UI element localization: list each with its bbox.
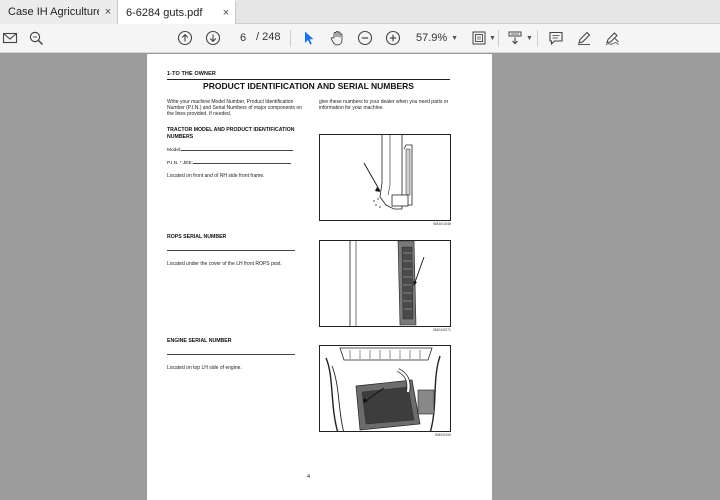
- select-cursor-icon[interactable]: [299, 28, 319, 48]
- rops-line: [167, 247, 295, 253]
- pin-label: P.I.N. * JEE:: [167, 161, 194, 166]
- divider: [290, 30, 291, 47]
- model-label: Model:: [167, 148, 182, 153]
- header-rule: [167, 79, 450, 80]
- toolbar: / 248 57.9% ▼ ▼ ▼: [0, 24, 720, 53]
- rops-blank: [167, 247, 295, 251]
- engine-blank: [167, 351, 295, 355]
- scroll-mode-icon[interactable]: [505, 28, 525, 48]
- tab-guts-pdf[interactable]: 6-6284 guts.pdf ×: [118, 0, 236, 24]
- engine-figure: [319, 345, 451, 432]
- rops-figure: [319, 240, 451, 327]
- comment-icon[interactable]: [546, 28, 566, 48]
- zoom-out-icon[interactable]: [355, 28, 375, 48]
- rops-figure-code: SM01/0271: [433, 328, 451, 332]
- close-icon[interactable]: ×: [217, 7, 235, 19]
- engine-location: Located on top LH side of engine.: [167, 365, 242, 371]
- chevron-down-icon[interactable]: ▼: [526, 35, 533, 42]
- fit-page-icon[interactable]: [469, 28, 489, 48]
- zoom-select[interactable]: 57.9% ▼: [412, 29, 462, 47]
- divider: [537, 30, 538, 47]
- tractor-figure-code: SM20/1046: [433, 222, 451, 226]
- tractor-figure: [319, 134, 451, 221]
- page-number-input[interactable]: [232, 30, 254, 46]
- section-header: 1-TO THE OWNER: [167, 71, 216, 77]
- sign-icon[interactable]: [602, 28, 622, 48]
- tab-bar: Case IH Agriculture... × 6-6284 guts.pdf…: [0, 0, 720, 24]
- intro-text-left: Write your machine Model Number, Product…: [167, 99, 302, 118]
- engine-heading: ENGINE SERIAL NUMBER: [167, 338, 232, 344]
- chevron-down-icon: ▼: [451, 34, 458, 42]
- next-page-icon[interactable]: [203, 28, 223, 48]
- rops-location: Located under the cover of the LH front …: [167, 261, 282, 267]
- chevron-down-icon[interactable]: ▼: [489, 35, 496, 42]
- tractor-heading: TRACTOR MODEL AND PRODUCT IDENTIFICATION…: [167, 127, 295, 140]
- engine-line: [167, 351, 295, 357]
- tab-label: Case IH Agriculture...: [8, 6, 99, 18]
- intro-text-right: give these numbers to your dealer when y…: [319, 99, 449, 112]
- pin-blank: [193, 160, 292, 164]
- model-blank: [181, 147, 294, 151]
- pin-line: P.I.N. * JEE:: [167, 160, 292, 166]
- tractor-location: Located on front and of RH side front fr…: [167, 173, 265, 179]
- mail-icon[interactable]: [0, 28, 20, 48]
- page-title: PRODUCT IDENTIFICATION AND SERIAL NUMBER…: [203, 81, 414, 91]
- zoom-in-icon[interactable]: [383, 28, 403, 48]
- page-total: / 248: [256, 31, 281, 43]
- page-number: 4: [307, 474, 311, 480]
- engine-figure-code: SM03/200: [435, 433, 451, 437]
- rops-heading: ROPS SERIAL NUMBER: [167, 234, 227, 240]
- model-line: Model:: [167, 147, 294, 153]
- hand-icon[interactable]: [327, 28, 347, 48]
- pdf-page: 1-TO THE OWNER PRODUCT IDENTIFICATION AN…: [147, 54, 492, 500]
- highlight-icon[interactable]: [574, 28, 594, 48]
- document-viewer[interactable]: 1-TO THE OWNER PRODUCT IDENTIFICATION AN…: [0, 54, 720, 500]
- close-icon[interactable]: ×: [99, 6, 117, 18]
- search-icon[interactable]: [26, 28, 46, 48]
- tab-label: 6-6284 guts.pdf: [126, 7, 203, 19]
- tab-case-ih[interactable]: Case IH Agriculture... ×: [0, 0, 118, 24]
- prev-page-icon[interactable]: [175, 28, 195, 48]
- zoom-value: 57.9%: [416, 32, 448, 44]
- divider: [498, 30, 499, 47]
